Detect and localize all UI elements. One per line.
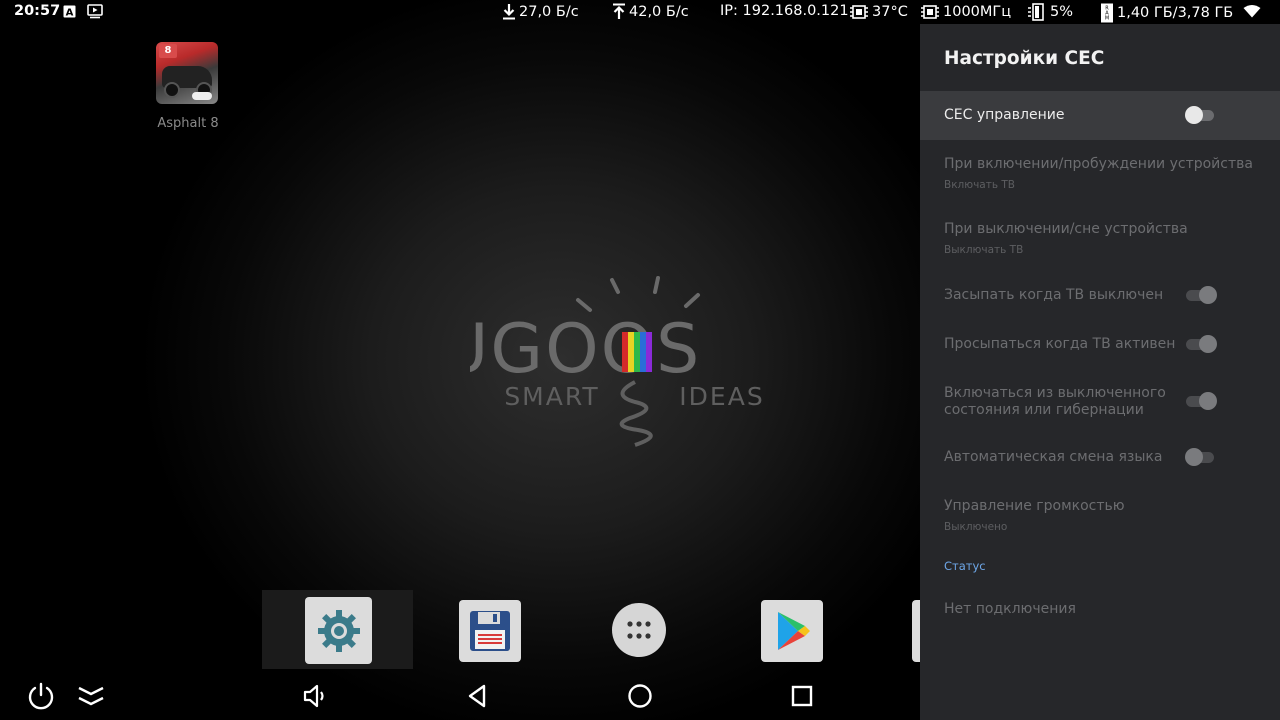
power-from-off-label-1: Включаться из выключенного [944, 385, 1166, 401]
volume-control-value: Выключено [944, 521, 1008, 533]
status-bar: 20:57 A 27,0 Б/с 42,0 Б/с IP: 192.168.0.… [0, 0, 1280, 24]
upload-arrow-icon [613, 3, 625, 19]
asphalt-8-app[interactable]: 8 Asphalt 8 [156, 42, 220, 131]
cpu-load: 5% [1050, 4, 1074, 20]
logo-sub-left-text: SMART [504, 382, 599, 411]
back-icon[interactable] [460, 680, 496, 712]
cpu-temperature: 37°C [872, 4, 908, 20]
battery-icon [1028, 3, 1044, 21]
on-wake-label: При включении/пробуждении устройства [944, 156, 1253, 172]
logo-sub-right-text: IDEAS [679, 382, 764, 411]
sleep-when-tv-off-toggle[interactable] [1186, 286, 1217, 304]
volume-down-icon[interactable] [296, 680, 332, 712]
panel-title: Настройки CEC [944, 48, 1105, 69]
on-sleep-value: Выключать ТВ [944, 244, 1024, 256]
cec-control-label: CEC управление [944, 107, 1065, 123]
play-notification-icon [87, 4, 103, 19]
a-notification-icon: A [63, 5, 76, 18]
on-sleep-row[interactable]: При выключении/сне устройства Выключать … [920, 205, 1280, 269]
cpu-chip-icon [921, 5, 939, 19]
asphalt-badge: 8 [159, 44, 177, 58]
app-label: Asphalt 8 [157, 116, 219, 131]
power-icon[interactable] [23, 680, 59, 712]
auto-language-toggle[interactable] [1185, 448, 1216, 466]
status-value: Нет подключения [944, 601, 1076, 617]
ram-usage: 1,40 ГБ/3,78 ГБ [1117, 5, 1234, 21]
on-wake-row[interactable]: При включении/пробуждении устройства Вкл… [920, 140, 1280, 204]
cec-settings-panel: Настройки CEC CEC управление При включен… [920, 24, 1280, 720]
wifi-icon [1243, 5, 1261, 18]
svg-text:A: A [66, 8, 74, 19]
download-arrow-icon [503, 4, 515, 20]
download-speed: 27,0 Б/с [519, 3, 579, 20]
asphalt-8-icon: 8 [156, 42, 218, 104]
auto-language-row[interactable]: Автоматическая смена языка [920, 433, 1280, 481]
cpu-frequency: 1000МГц [943, 4, 1012, 20]
volume-control-row[interactable]: Управление громкостью Выключено [920, 482, 1280, 546]
cec-control-toggle[interactable] [1185, 106, 1216, 124]
settings-gear-icon[interactable] [305, 597, 372, 664]
power-from-off-toggle[interactable] [1186, 392, 1217, 410]
save-floppy-icon[interactable] [459, 600, 521, 662]
power-from-off-row[interactable]: Включаться из выключенного состояния или… [920, 369, 1280, 433]
ip-address: IP: 192.168.0.121 [720, 3, 849, 19]
svg-text:M: M [1105, 16, 1109, 22]
sleep-when-tv-off-row[interactable]: Засыпать когда ТВ выключен [920, 271, 1280, 319]
recents-icon[interactable] [784, 680, 820, 712]
logo-main-text: UGOOS [470, 310, 701, 389]
dock-partial-icon[interactable] [912, 600, 920, 662]
on-sleep-label: При выключении/сне устройства [944, 221, 1188, 237]
volume-control-label: Управление громкостью [944, 498, 1125, 514]
clock: 20:57 [14, 3, 61, 19]
cec-control-row[interactable]: CEC управление [920, 91, 1280, 140]
sleep-when-tv-off-label: Засыпать когда ТВ выключен [944, 287, 1164, 303]
power-from-off-label-2: состояния или гибернации [944, 402, 1144, 418]
cpu-chip-icon [850, 5, 868, 19]
status-section-header: Статус [944, 559, 986, 573]
upload-speed: 42,0 Б/с [629, 3, 689, 20]
play-store-icon[interactable] [761, 600, 823, 662]
collapse-chevron-icon[interactable] [73, 680, 109, 712]
wake-when-tv-active-toggle[interactable] [1186, 335, 1217, 353]
wake-when-tv-active-row[interactable]: Просыпаться когда ТВ активен [920, 320, 1280, 368]
ugoos-logo: UGOOS SMART IDEAS [439, 270, 810, 460]
auto-language-label: Автоматическая смена языка [944, 449, 1163, 465]
on-wake-value: Включать ТВ [944, 179, 1015, 191]
home-icon[interactable] [622, 680, 658, 712]
wake-when-tv-active-label: Просыпаться когда ТВ активен [944, 336, 1176, 352]
ram-icon: RAM [1101, 3, 1113, 23]
app-drawer-icon[interactable] [612, 603, 666, 657]
